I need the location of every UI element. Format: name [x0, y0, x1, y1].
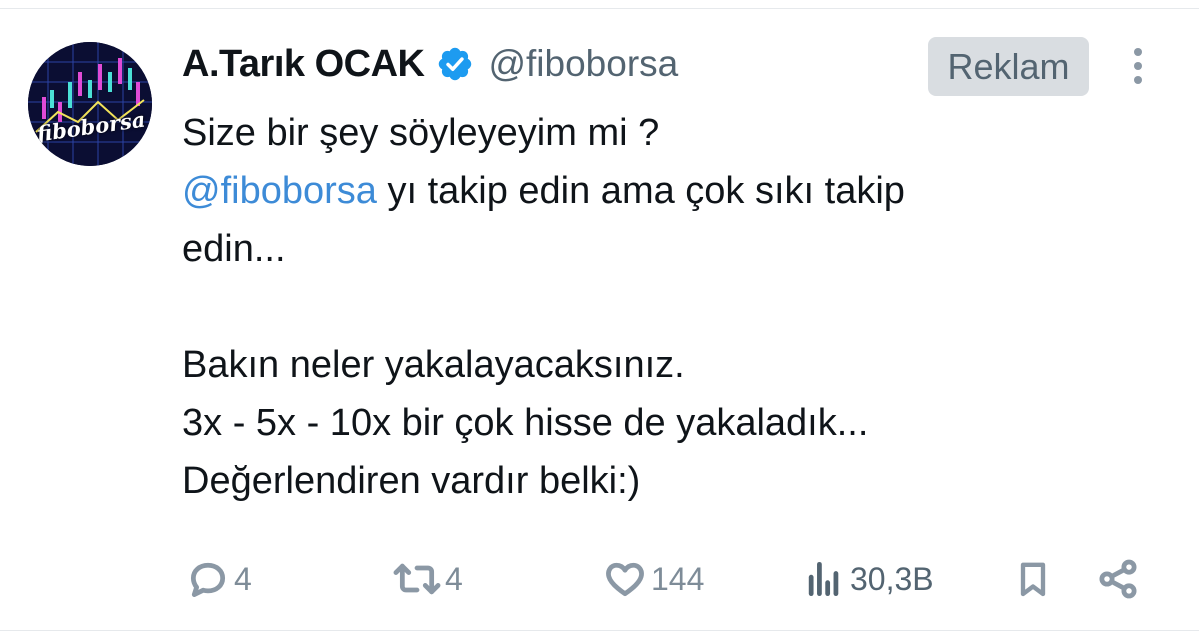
repost-button[interactable]: 4	[393, 555, 463, 603]
tweet-text: Size bir şey söyleyeyim mi ? @fiboborsa …	[182, 104, 1142, 510]
ad-badge: Reklam	[928, 37, 1089, 96]
more-options-icon[interactable]	[1127, 44, 1149, 90]
top-divider	[0, 8, 1199, 9]
tweet-line: Bakın neler yakalayacaksınız.	[182, 344, 685, 386]
bookmark-icon	[1020, 562, 1046, 597]
bottom-divider	[0, 630, 1199, 631]
like-button[interactable]: 144	[603, 555, 704, 603]
reply-button[interactable]: 4	[186, 555, 252, 603]
tweet-line: Size bir şey söyleyeyim mi ?	[182, 112, 660, 154]
mention-link[interactable]: @fiboborsa	[182, 170, 377, 212]
reply-count: 4	[234, 560, 252, 597]
views-count: 30,3B	[850, 560, 934, 597]
repost-count: 4	[445, 560, 463, 597]
bookmark-button[interactable]	[1013, 555, 1053, 603]
repost-icon	[393, 563, 441, 595]
share-icon	[1099, 559, 1137, 599]
author-handle[interactable]: @fiboborsa	[488, 43, 678, 85]
tweet-line: 3x - 5x - 10x bir çok hisse de yakaladık…	[182, 402, 869, 444]
reply-icon	[190, 562, 226, 597]
like-count: 144	[651, 560, 705, 597]
tweet-line-rest: yı takip edin ama çok sıkı takip	[376, 170, 905, 212]
tweet-line: edin...	[182, 228, 286, 270]
verified-badge-icon	[439, 47, 472, 81]
display-name[interactable]: A.Tarık OCAK	[182, 43, 425, 86]
views-icon	[808, 561, 839, 597]
tweet-header: A.Tarık OCAK @fiboborsa	[182, 40, 678, 88]
avatar-chart-graphic	[28, 42, 152, 166]
action-bar: 4 4 144 30,3B	[0, 555, 1199, 603]
like-icon	[606, 562, 644, 597]
tweet-line: Değerlendiren vardır belki:)	[182, 460, 641, 502]
avatar[interactable]: fiboborsa	[28, 42, 152, 166]
tweet-line: @fiboborsa yı takip edin ama çok sıkı ta…	[182, 162, 1142, 220]
views-button[interactable]: 30,3B	[802, 555, 934, 603]
share-button[interactable]	[1096, 555, 1140, 603]
